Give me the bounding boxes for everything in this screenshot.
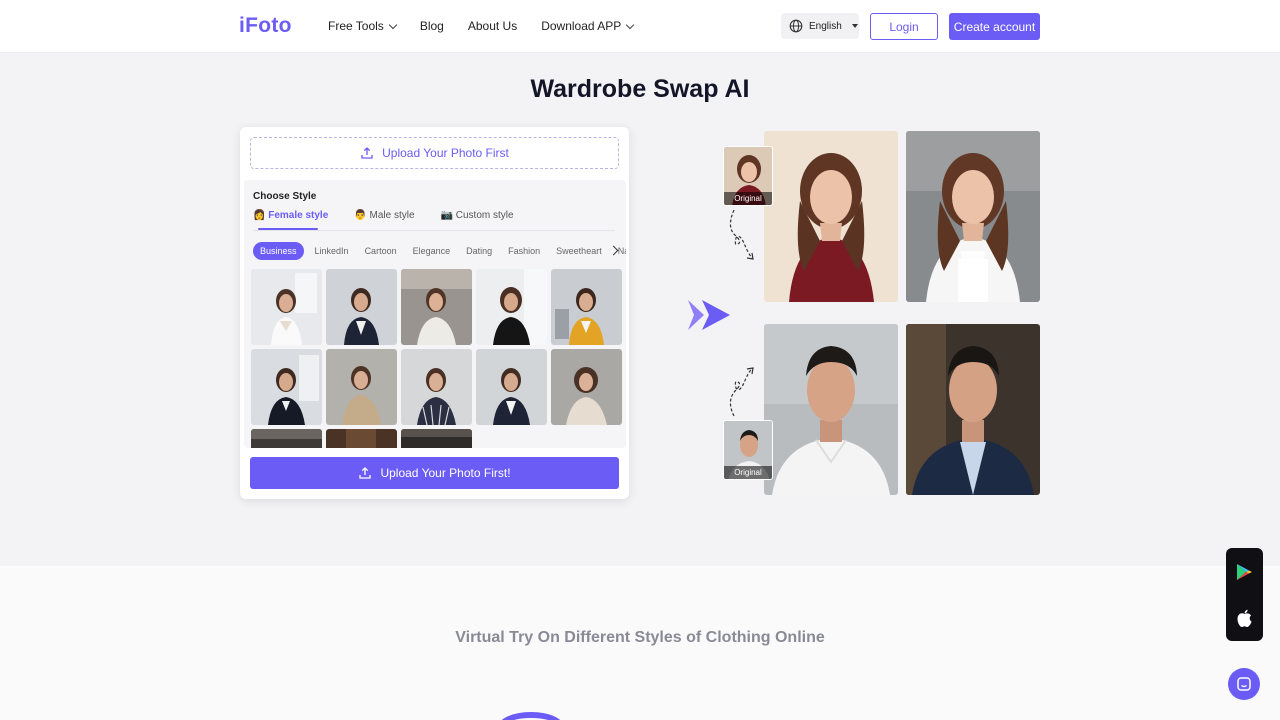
man-original-thumbnail: Original	[723, 420, 773, 480]
nav-free-tools[interactable]: Free Tools	[328, 19, 398, 33]
tab-label: Male style	[369, 210, 415, 221]
style-thumbnail[interactable]	[476, 349, 547, 425]
tab-label: Custom style	[455, 210, 514, 221]
language-selector[interactable]: English	[781, 13, 859, 39]
nav-blog[interactable]: Blog	[420, 19, 444, 33]
curved-arrow-icon	[729, 209, 754, 260]
man-icon: 👨	[354, 210, 367, 221]
style-chooser: Choose Style 👩 Female style 👨 Male style…	[244, 180, 626, 448]
double-chevron-right-icon	[688, 300, 730, 330]
original-label: Original	[724, 466, 772, 479]
woman-icon: 👩	[253, 210, 266, 221]
language-label: English	[809, 20, 842, 32]
caret-down-icon	[851, 24, 858, 28]
style-thumbnail[interactable]	[401, 349, 472, 425]
style-thumbnail-grid	[251, 269, 622, 448]
site-header: iFoto Free Tools Blog About Us Download …	[0, 0, 1280, 53]
google-play-icon[interactable]	[1236, 563, 1253, 581]
woman-original-thumbnail: Original	[723, 146, 773, 206]
style-tabs: 👩 Female style 👨 Male style 📷 Custom sty…	[253, 210, 514, 221]
upload-photo-dropzone[interactable]: Upload Your Photo First	[250, 137, 619, 169]
apple-icon[interactable]	[1236, 609, 1253, 628]
curved-arrow-icon	[729, 367, 754, 417]
tab-male-style[interactable]: 👨 Male style	[354, 210, 414, 221]
chat-support-button[interactable]	[1228, 668, 1260, 700]
chevron-down-icon	[626, 20, 635, 29]
style-thumbnail[interactable]	[326, 269, 397, 345]
chat-icon	[1237, 677, 1251, 691]
upload-button-label: Upload Your Photo First!	[380, 466, 511, 480]
globe-icon	[789, 19, 803, 33]
choose-style-heading: Choose Style	[253, 191, 317, 202]
camera-icon: 📷	[440, 210, 453, 221]
man-original-large-photo	[764, 324, 898, 495]
upload-icon	[361, 147, 373, 159]
nav-label: Blog	[419, 19, 444, 33]
style-thumbnail[interactable]	[251, 269, 322, 345]
chip-linkedin[interactable]: LinkedIn	[310, 242, 354, 260]
nav-download-app[interactable]: Download APP	[541, 19, 635, 33]
style-thumbnail[interactable]	[251, 429, 322, 448]
login-button[interactable]: Login	[870, 13, 938, 40]
tab-label: Female style	[268, 210, 329, 221]
style-thumbnail[interactable]	[251, 349, 322, 425]
nav-about-us[interactable]: About Us	[468, 19, 517, 33]
man-result-photo	[906, 324, 1040, 495]
page-title: Wardrobe Swap AI	[530, 75, 750, 103]
create-account-button[interactable]: Create account	[949, 13, 1040, 40]
chip-sweetheart[interactable]: Sweetheart	[551, 242, 607, 260]
upload-photo-button[interactable]: Upload Your Photo First!	[250, 457, 619, 489]
style-thumbnail[interactable]	[326, 429, 397, 448]
tab-female-style[interactable]: 👩 Female style	[253, 210, 328, 221]
upload-dropzone-label: Upload Your Photo First	[382, 146, 509, 160]
tab-custom-style[interactable]: 📷 Custom style	[441, 210, 514, 221]
chip-dating[interactable]: Dating	[461, 242, 497, 260]
chip-business[interactable]: Business	[253, 242, 304, 260]
style-thumbnail[interactable]	[551, 349, 622, 425]
nav-label: Download APP	[541, 19, 622, 33]
chevron-down-icon	[388, 20, 398, 29]
style-thumbnail[interactable]	[401, 429, 472, 448]
chip-fashion[interactable]: Fashion	[503, 242, 545, 260]
chip-cartoon[interactable]: Cartoon	[360, 242, 402, 260]
upload-icon	[359, 467, 372, 479]
ifoto-logo[interactable]: iFoto	[239, 14, 292, 38]
category-chips: Business LinkedIn Cartoon Elegance Datin…	[253, 242, 626, 260]
woman-result-photo	[906, 131, 1040, 302]
style-thumbnail[interactable]	[401, 269, 472, 345]
section-subtitle: Virtual Try On Different Styles of Cloth…	[455, 629, 825, 646]
nav-label: Free Tools	[328, 19, 384, 33]
original-label: Original	[724, 192, 772, 205]
active-tab-underline	[258, 228, 318, 230]
style-thumbnail[interactable]	[551, 269, 622, 345]
style-thumbnail[interactable]	[326, 349, 397, 425]
tab-divider	[253, 230, 615, 231]
nav-label: About Us	[467, 19, 518, 33]
style-thumbnail[interactable]	[476, 269, 547, 345]
style-tool-panel: Upload Your Photo First Choose Style 👩 F…	[240, 127, 629, 499]
main-nav: Free Tools Blog About Us Download APP	[328, 19, 657, 33]
chip-elegance[interactable]: Elegance	[408, 242, 456, 260]
app-download-widget	[1226, 548, 1263, 641]
woman-original-large-photo	[764, 131, 898, 302]
